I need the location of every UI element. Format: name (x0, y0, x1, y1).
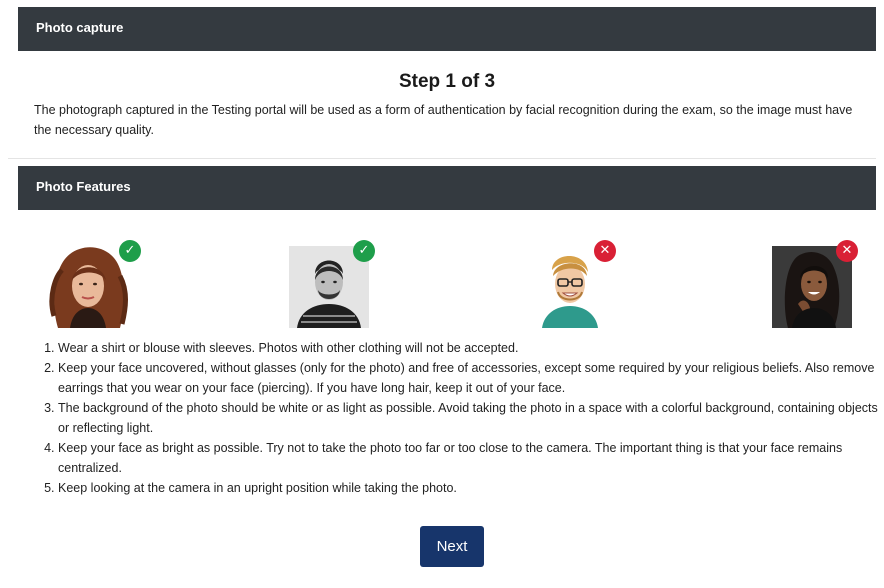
close-icon: ✕ (836, 240, 858, 262)
list-item: Keep your face as bright as possible. Tr… (58, 438, 884, 478)
photo-capture-panel: Photo capture Step 1 of 3 The photograph… (8, 0, 876, 159)
photo-features-header: Photo Features (18, 166, 876, 210)
list-item: Keep looking at the camera in an upright… (58, 478, 884, 498)
intro-text: The photograph captured in the Testing p… (34, 103, 853, 137)
check-icon: ✓ (353, 240, 375, 262)
photo-features-panel: Photo Features ✓ ✓ ✕ ✕ 1. Wear a shirt o… (8, 166, 878, 588)
list-item: Wear a shirt or blouse with sleeves. Pho… (58, 338, 884, 358)
list-item: The background of the photo should be wh… (58, 398, 884, 438)
list-item: Keep your face uncovered, without glasse… (58, 358, 884, 398)
check-icon: ✓ (119, 240, 141, 262)
close-icon: ✕ (594, 240, 616, 262)
next-button[interactable]: Next (420, 526, 484, 567)
step-title: Step 1 of 3 (398, 71, 496, 92)
photo-rules-list: Wear a shirt or blouse with sleeves. Pho… (36, 338, 884, 498)
photo-capture-header: Photo capture (18, 7, 876, 51)
example-photo-1 (48, 246, 128, 328)
example-photos: ✓ ✓ ✕ ✕ (8, 240, 876, 331)
